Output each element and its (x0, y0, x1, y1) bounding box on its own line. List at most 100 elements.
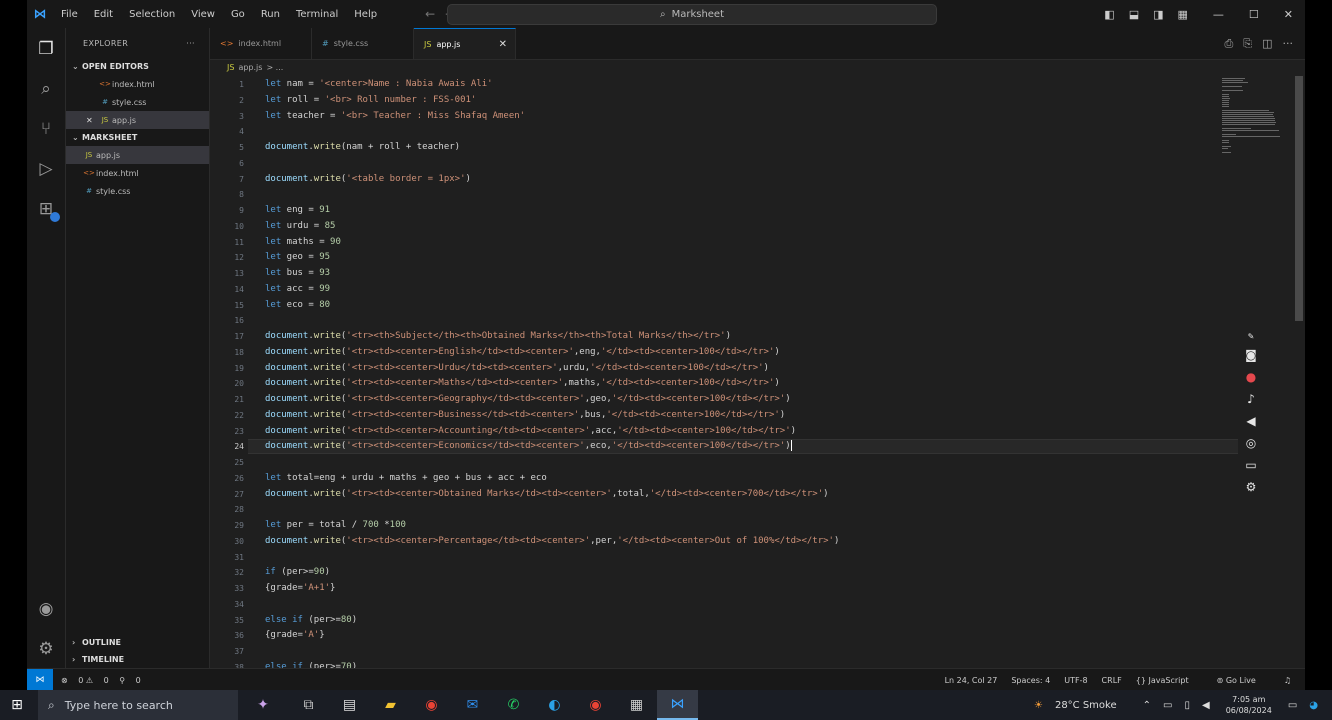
open-editor-item[interactable]: # style.css (66, 93, 209, 111)
speaker-icon[interactable]: ◀ (1240, 410, 1262, 432)
end-of-line[interactable]: CRLF (1102, 676, 1122, 685)
code-line[interactable]: 11 let maths = 90 (210, 235, 1240, 250)
notification-center-icon[interactable]: ▭ (1288, 700, 1297, 711)
open-editors-section[interactable]: ⌄ OPEN EDITORS (66, 58, 209, 75)
code-line[interactable]: 3 let teacher = '<br> Teacher : Miss Shaf… (210, 109, 1240, 124)
close-window-button[interactable]: ✕ (1284, 8, 1293, 21)
windows-start-icon[interactable]: ⊞ (0, 697, 34, 713)
split-editor-icon[interactable]: ◫ (1262, 37, 1272, 50)
go-live-button[interactable]: ⊚ Go Live (1217, 676, 1270, 685)
chrome-icon[interactable]: ◉ (411, 690, 452, 720)
code-line[interactable]: 10 let urdu = 85 (210, 219, 1240, 234)
code-line[interactable]: 2 let roll = '<br> Roll number : FSS-001' (210, 93, 1240, 108)
toggle-primary-sidebar-icon[interactable]: ◧ (1104, 8, 1114, 21)
menu-go[interactable]: Go (231, 9, 245, 20)
explorer-icon[interactable]: ❐ (35, 38, 57, 60)
more-actions-icon[interactable]: ··· (186, 39, 195, 48)
code-line[interactable]: 18 document.write('<tr><td><center>Englis… (210, 345, 1240, 360)
microphone-icon[interactable]: ♪ (1240, 388, 1262, 410)
code-line[interactable]: 34 (210, 597, 1240, 612)
code-line[interactable]: 35 else if (per>=80) (210, 613, 1240, 628)
code-line[interactable]: 30 document.write('<tr><td><center>Percen… (210, 534, 1240, 549)
code-line[interactable]: 27 document.write('<tr><td><center>Obtain… (210, 487, 1240, 502)
timeline-section[interactable]: › TIMELINE (66, 651, 209, 668)
code-line[interactable]: 25 (210, 455, 1240, 470)
search-highlight-icon[interactable]: ✦ (238, 690, 288, 720)
code-line[interactable]: 20 document.write('<tr><td><center>Maths<… (210, 376, 1240, 391)
menu-run[interactable]: Run (261, 9, 280, 20)
code-line[interactable]: 8 (210, 187, 1240, 202)
indentation[interactable]: Spaces: 4 (1011, 676, 1050, 685)
code-line[interactable]: 31 (210, 550, 1240, 565)
clock[interactable]: 7:05 am 06/08/2024 (1226, 694, 1272, 716)
notepad-icon[interactable]: ▤ (329, 690, 370, 720)
record-icon[interactable]: ● (1240, 366, 1262, 388)
network-icon[interactable]: ▭ (1163, 700, 1172, 711)
code-editor[interactable]: 1 let nam = '<center>Name : Nabia Awais A… (210, 76, 1240, 672)
code-line[interactable]: 19 document.write('<tr><td><center>Urdu</… (210, 361, 1240, 376)
search-view-icon[interactable]: ⌕ (35, 78, 57, 100)
code-line[interactable]: 21 document.write('<tr><td><center>Geogra… (210, 392, 1240, 407)
code-line[interactable]: 29 let per = total / 700 *100 (210, 518, 1240, 533)
outline-section[interactable]: › OUTLINE (66, 634, 209, 651)
close-tab-icon[interactable]: ✕ (499, 39, 507, 50)
settings-gear-icon[interactable]: ⚙ (1240, 476, 1262, 498)
whatsapp-icon[interactable]: ✆ (493, 690, 534, 720)
file-item[interactable]: # style.css (66, 182, 209, 200)
extensions-icon[interactable]: ⊞ (35, 198, 60, 222)
marksheet-folder[interactable]: ⌄ MARKSHEET (66, 129, 209, 146)
editor-scrollbar[interactable] (1295, 76, 1303, 321)
show-hidden-icons[interactable]: ⌃ (1143, 700, 1151, 711)
open-editor-item[interactable]: <> index.html (66, 75, 209, 93)
notifications-bell-icon[interactable]: ♫ (1284, 676, 1291, 685)
command-center-search[interactable]: ⌕ Marksheet (447, 4, 937, 25)
code-line[interactable]: 16 (210, 313, 1240, 328)
account-icon[interactable]: ◉ (35, 598, 57, 620)
encoding[interactable]: UTF-8 (1064, 676, 1087, 685)
code-line[interactable]: 23 document.write('<tr><td><center>Accoun… (210, 424, 1240, 439)
weather-label[interactable]: 28°C Smoke (1055, 700, 1117, 711)
code-line[interactable]: 33 {grade='A+1'} (210, 581, 1240, 596)
file-item[interactable]: <> index.html (66, 164, 209, 182)
code-line[interactable]: 22 document.write('<tr><td><center>Busine… (210, 408, 1240, 423)
remote-indicator-icon[interactable]: ⋈ (27, 669, 53, 690)
code-line[interactable]: 26 let total=eng + urdu + maths + geo + b… (210, 471, 1240, 486)
open-preview-icon[interactable]: ⎙ (1224, 37, 1233, 51)
menu-help[interactable]: Help (354, 9, 377, 20)
code-line[interactable]: 32 if (per>=90) (210, 565, 1240, 580)
source-control-icon[interactable]: ⑂ (35, 118, 57, 140)
camera-icon[interactable]: ◙ (1240, 344, 1262, 366)
customize-layout-icon[interactable]: ▦ (1178, 8, 1188, 21)
code-line[interactable]: 9 let eng = 91 (210, 203, 1240, 218)
code-line[interactable]: 28 (210, 502, 1240, 517)
cursor-position[interactable]: Ln 24, Col 27 (945, 676, 998, 685)
file-explorer-icon[interactable]: ▰ (370, 690, 411, 720)
code-line[interactable]: 15 let eco = 80 (210, 298, 1240, 313)
toggle-secondary-sidebar-icon[interactable]: ◨ (1153, 8, 1163, 21)
code-line[interactable]: 37 (210, 644, 1240, 659)
menu-edit[interactable]: Edit (94, 9, 113, 20)
maximize-button[interactable]: ☐ (1249, 8, 1259, 21)
code-line[interactable]: 17 document.write('<tr><th>Subject</th><t… (210, 329, 1240, 344)
tab-index-html[interactable]: <> index.html (210, 28, 312, 59)
vscode-taskbar-icon[interactable]: ⋈ (657, 690, 698, 720)
file-item[interactable]: JS app.js (66, 146, 209, 164)
more-actions-icon[interactable]: ··· (1283, 37, 1294, 50)
minimize-button[interactable]: — (1213, 8, 1224, 21)
run-debug-icon[interactable]: ▷ (35, 158, 57, 180)
calculator-icon[interactable]: ▦ (616, 690, 657, 720)
code-line[interactable]: 24 document.write('<tr><td><center>Econom… (210, 439, 1240, 454)
copilot-icon[interactable]: ◕ (1309, 700, 1318, 711)
compare-changes-icon[interactable]: ⎘ (1243, 37, 1252, 51)
menu-terminal[interactable]: Terminal (296, 9, 338, 20)
pin-icon[interactable]: ✎ (1240, 330, 1262, 344)
code-line[interactable]: 1 let nam = '<center>Name : Nabia Awais A… (210, 77, 1240, 92)
taskbar-search[interactable]: ⌕ Type here to search (38, 690, 238, 720)
breadcrumb[interactable]: JS app.js > ... (227, 60, 283, 75)
menu-view[interactable]: View (191, 9, 215, 20)
battery-icon[interactable]: ▯ (1184, 700, 1190, 711)
chrome-profile-icon[interactable]: ◉ (575, 690, 616, 720)
code-line[interactable]: 7 document.write('<table border = 1px>') (210, 172, 1240, 187)
code-line[interactable]: 4 (210, 124, 1240, 139)
code-line[interactable]: 13 let bus = 93 (210, 266, 1240, 281)
